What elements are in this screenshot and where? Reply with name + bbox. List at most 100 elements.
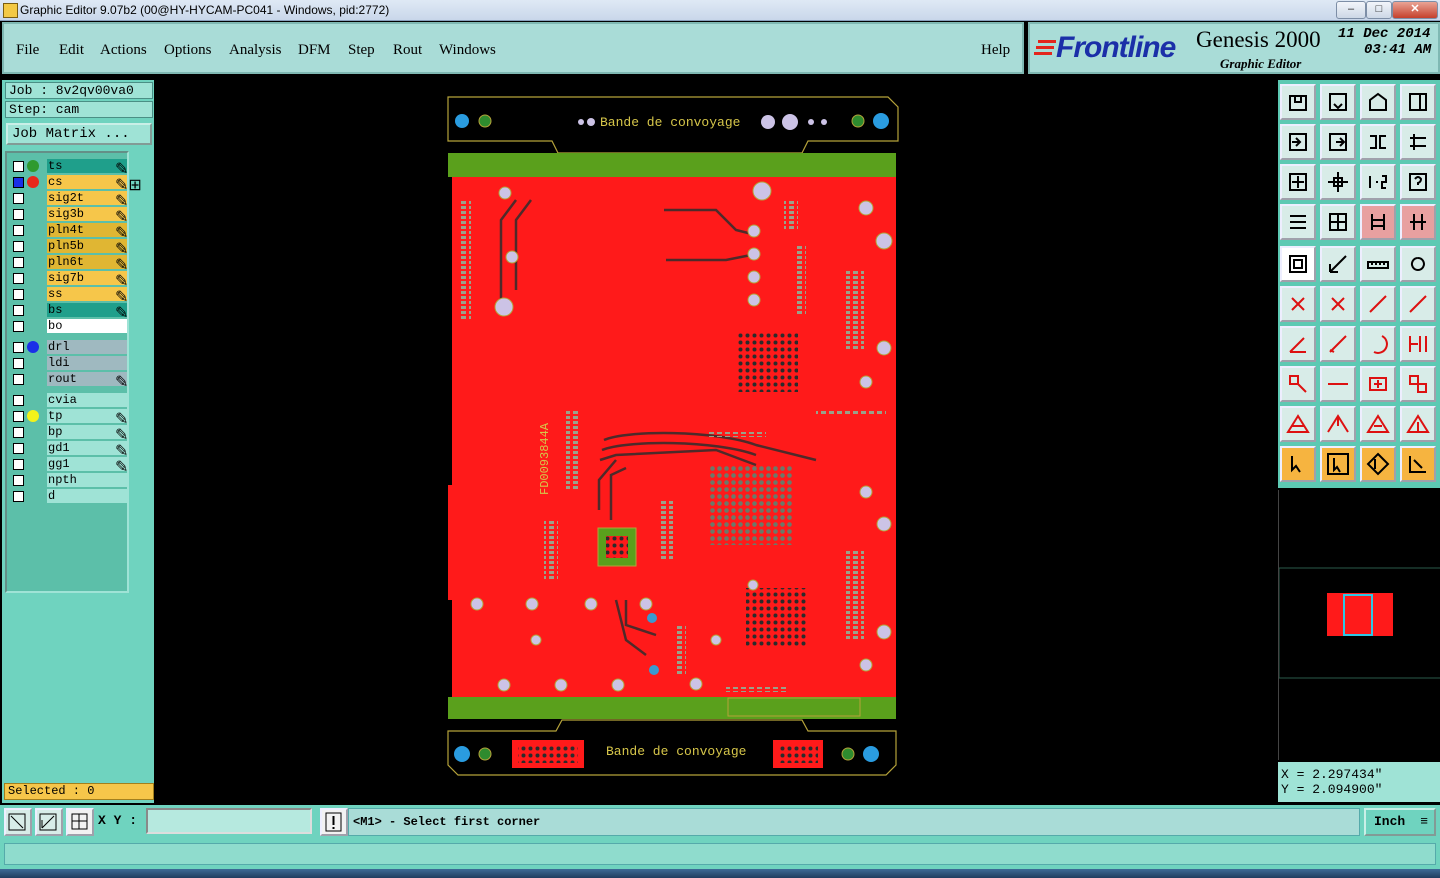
arc-button[interactable] xyxy=(1360,326,1396,362)
move-button[interactable] xyxy=(1360,286,1396,322)
camera-button[interactable] xyxy=(1280,246,1316,282)
layer-checkbox[interactable] xyxy=(13,374,24,385)
layer-row-ss[interactable]: ss ✎ xyxy=(11,287,128,306)
job-matrix-button[interactable]: Job Matrix ... xyxy=(6,123,152,145)
resize-button[interactable] xyxy=(1360,366,1396,402)
add-point-button[interactable] xyxy=(1400,286,1436,322)
close-button[interactable]: ✕ xyxy=(1392,1,1438,19)
grid-snap-button[interactable] xyxy=(66,808,94,836)
select-route-button[interactable] xyxy=(1400,446,1436,482)
maximize-button[interactable]: □ xyxy=(1366,1,1392,19)
minimize-button[interactable]: – xyxy=(1336,1,1366,19)
layer-checkbox[interactable] xyxy=(13,193,24,204)
vertex-up-button[interactable] xyxy=(1320,406,1356,442)
layer-checkbox[interactable] xyxy=(13,358,24,369)
layer-checkbox[interactable] xyxy=(13,241,24,252)
open-button[interactable] xyxy=(1280,84,1316,120)
layer-checkbox[interactable] xyxy=(13,289,24,300)
menu-windows[interactable]: Windows xyxy=(439,42,496,59)
layer-row-cs[interactable]: cs ✎⊞ xyxy=(11,175,142,194)
home-button[interactable] xyxy=(1360,84,1396,120)
layer-checkbox[interactable] xyxy=(13,427,24,438)
vertex-a-button[interactable] xyxy=(1360,406,1396,442)
layer-checkbox[interactable] xyxy=(13,321,24,332)
menu-help[interactable]: Help xyxy=(981,42,1010,59)
layer-name[interactable]: cvia xyxy=(47,393,127,407)
angle-button[interactable] xyxy=(1280,326,1316,362)
triangle-button[interactable] xyxy=(1280,406,1316,442)
layer-row-pln4t[interactable]: pln4t ✎ xyxy=(11,223,128,242)
layer-row-bo[interactable]: bo xyxy=(11,319,127,333)
layer-checkbox[interactable] xyxy=(13,177,24,188)
layer-row-pln5b[interactable]: pln5b ✎ xyxy=(11,239,128,258)
layer-checkbox[interactable] xyxy=(13,342,24,353)
zoom-home-button[interactable] xyxy=(1320,164,1356,200)
select-button[interactable] xyxy=(1280,446,1316,482)
window-button[interactable] xyxy=(1400,84,1436,120)
layer-name[interactable]: drl xyxy=(47,340,127,354)
layer-compare-button[interactable] xyxy=(1360,204,1396,240)
scroll-button[interactable] xyxy=(1400,124,1436,160)
menu-file[interactable]: File xyxy=(16,42,39,59)
layer-row-drl[interactable]: drl xyxy=(11,340,127,354)
overview-map[interactable] xyxy=(1278,490,1440,760)
line-button[interactable] xyxy=(1320,326,1356,362)
layer-checkbox[interactable] xyxy=(13,161,24,172)
layer-checkbox[interactable] xyxy=(13,443,24,454)
ruler-button[interactable] xyxy=(1360,246,1396,282)
layer-checkbox[interactable] xyxy=(13,491,24,502)
layer-row-cvia[interactable]: cvia xyxy=(11,393,127,407)
layer-checkbox[interactable] xyxy=(13,305,24,316)
layer-row-npth[interactable]: npth xyxy=(11,473,127,487)
layer-checkbox[interactable] xyxy=(13,225,24,236)
edit-shape-button[interactable] xyxy=(1320,246,1356,282)
settings-button[interactable] xyxy=(1280,204,1316,240)
menu-options[interactable]: Options xyxy=(164,42,212,59)
xy-input[interactable] xyxy=(146,808,312,834)
layer-checkbox[interactable] xyxy=(13,209,24,220)
unit-selector[interactable]: Inch ≡ xyxy=(1364,808,1436,836)
import-button[interactable] xyxy=(1280,124,1316,160)
layer-row-bp[interactable]: bp ✎ xyxy=(11,425,128,444)
snap-button[interactable] xyxy=(1360,124,1396,160)
menu-analysis[interactable]: Analysis xyxy=(229,42,282,59)
select-circle-button[interactable] xyxy=(1360,446,1396,482)
layer-row-d[interactable]: d xyxy=(11,489,127,503)
feature-button[interactable] xyxy=(1400,326,1436,362)
measure-button[interactable] xyxy=(35,808,63,836)
layer-row-sig3b[interactable]: sig3b ✎ xyxy=(11,207,128,226)
menu-actions[interactable]: Actions xyxy=(100,42,147,59)
layer-name[interactable]: bo xyxy=(47,319,127,333)
layer-row-gg1[interactable]: gg1 ✎ xyxy=(11,457,128,476)
layer-checkbox[interactable] xyxy=(13,273,24,284)
zoom-1to2-button[interactable] xyxy=(1360,164,1396,200)
select-box-button[interactable] xyxy=(1320,446,1356,482)
layer-name[interactable]: npth xyxy=(47,473,127,487)
layer-checkbox[interactable] xyxy=(13,411,24,422)
layer-row-ts[interactable]: ts ✎ xyxy=(11,159,128,178)
layer-row-rout[interactable]: rout ✎ xyxy=(11,372,128,391)
layer-name[interactable]: d xyxy=(47,489,127,503)
layer-name[interactable]: ldi xyxy=(47,356,127,370)
node-button[interactable] xyxy=(1280,286,1316,322)
help-button[interactable] xyxy=(1400,164,1436,200)
minus-button[interactable] xyxy=(1320,366,1356,402)
layer-checkbox[interactable] xyxy=(13,459,24,470)
menu-step[interactable]: Step xyxy=(348,42,375,59)
layer-row-tp[interactable]: tp ✎ xyxy=(11,409,128,428)
layer-row-gd1[interactable]: gd1 ✎ xyxy=(11,441,128,460)
layer-flip-button[interactable] xyxy=(1400,204,1436,240)
alert-button[interactable] xyxy=(320,808,348,836)
layer-row-bs[interactable]: bs ✎ xyxy=(11,303,128,322)
pad-button[interactable] xyxy=(1400,246,1436,282)
menu-dfm[interactable]: DFM xyxy=(298,42,331,59)
grid-button[interactable] xyxy=(1320,204,1356,240)
layer-row-ldi[interactable]: ldi xyxy=(11,356,127,370)
delete-node-button[interactable] xyxy=(1320,286,1356,322)
fit-button[interactable] xyxy=(1280,164,1316,200)
layer-row-pln6t[interactable]: pln6t ✎ xyxy=(11,255,128,274)
layer-checkbox[interactable] xyxy=(13,257,24,268)
pcb-view[interactable]: Bande de convoyage FD0093844A Bande de c… xyxy=(156,80,1276,803)
zoom-area-button[interactable] xyxy=(4,808,32,836)
split-button[interactable] xyxy=(1280,366,1316,402)
